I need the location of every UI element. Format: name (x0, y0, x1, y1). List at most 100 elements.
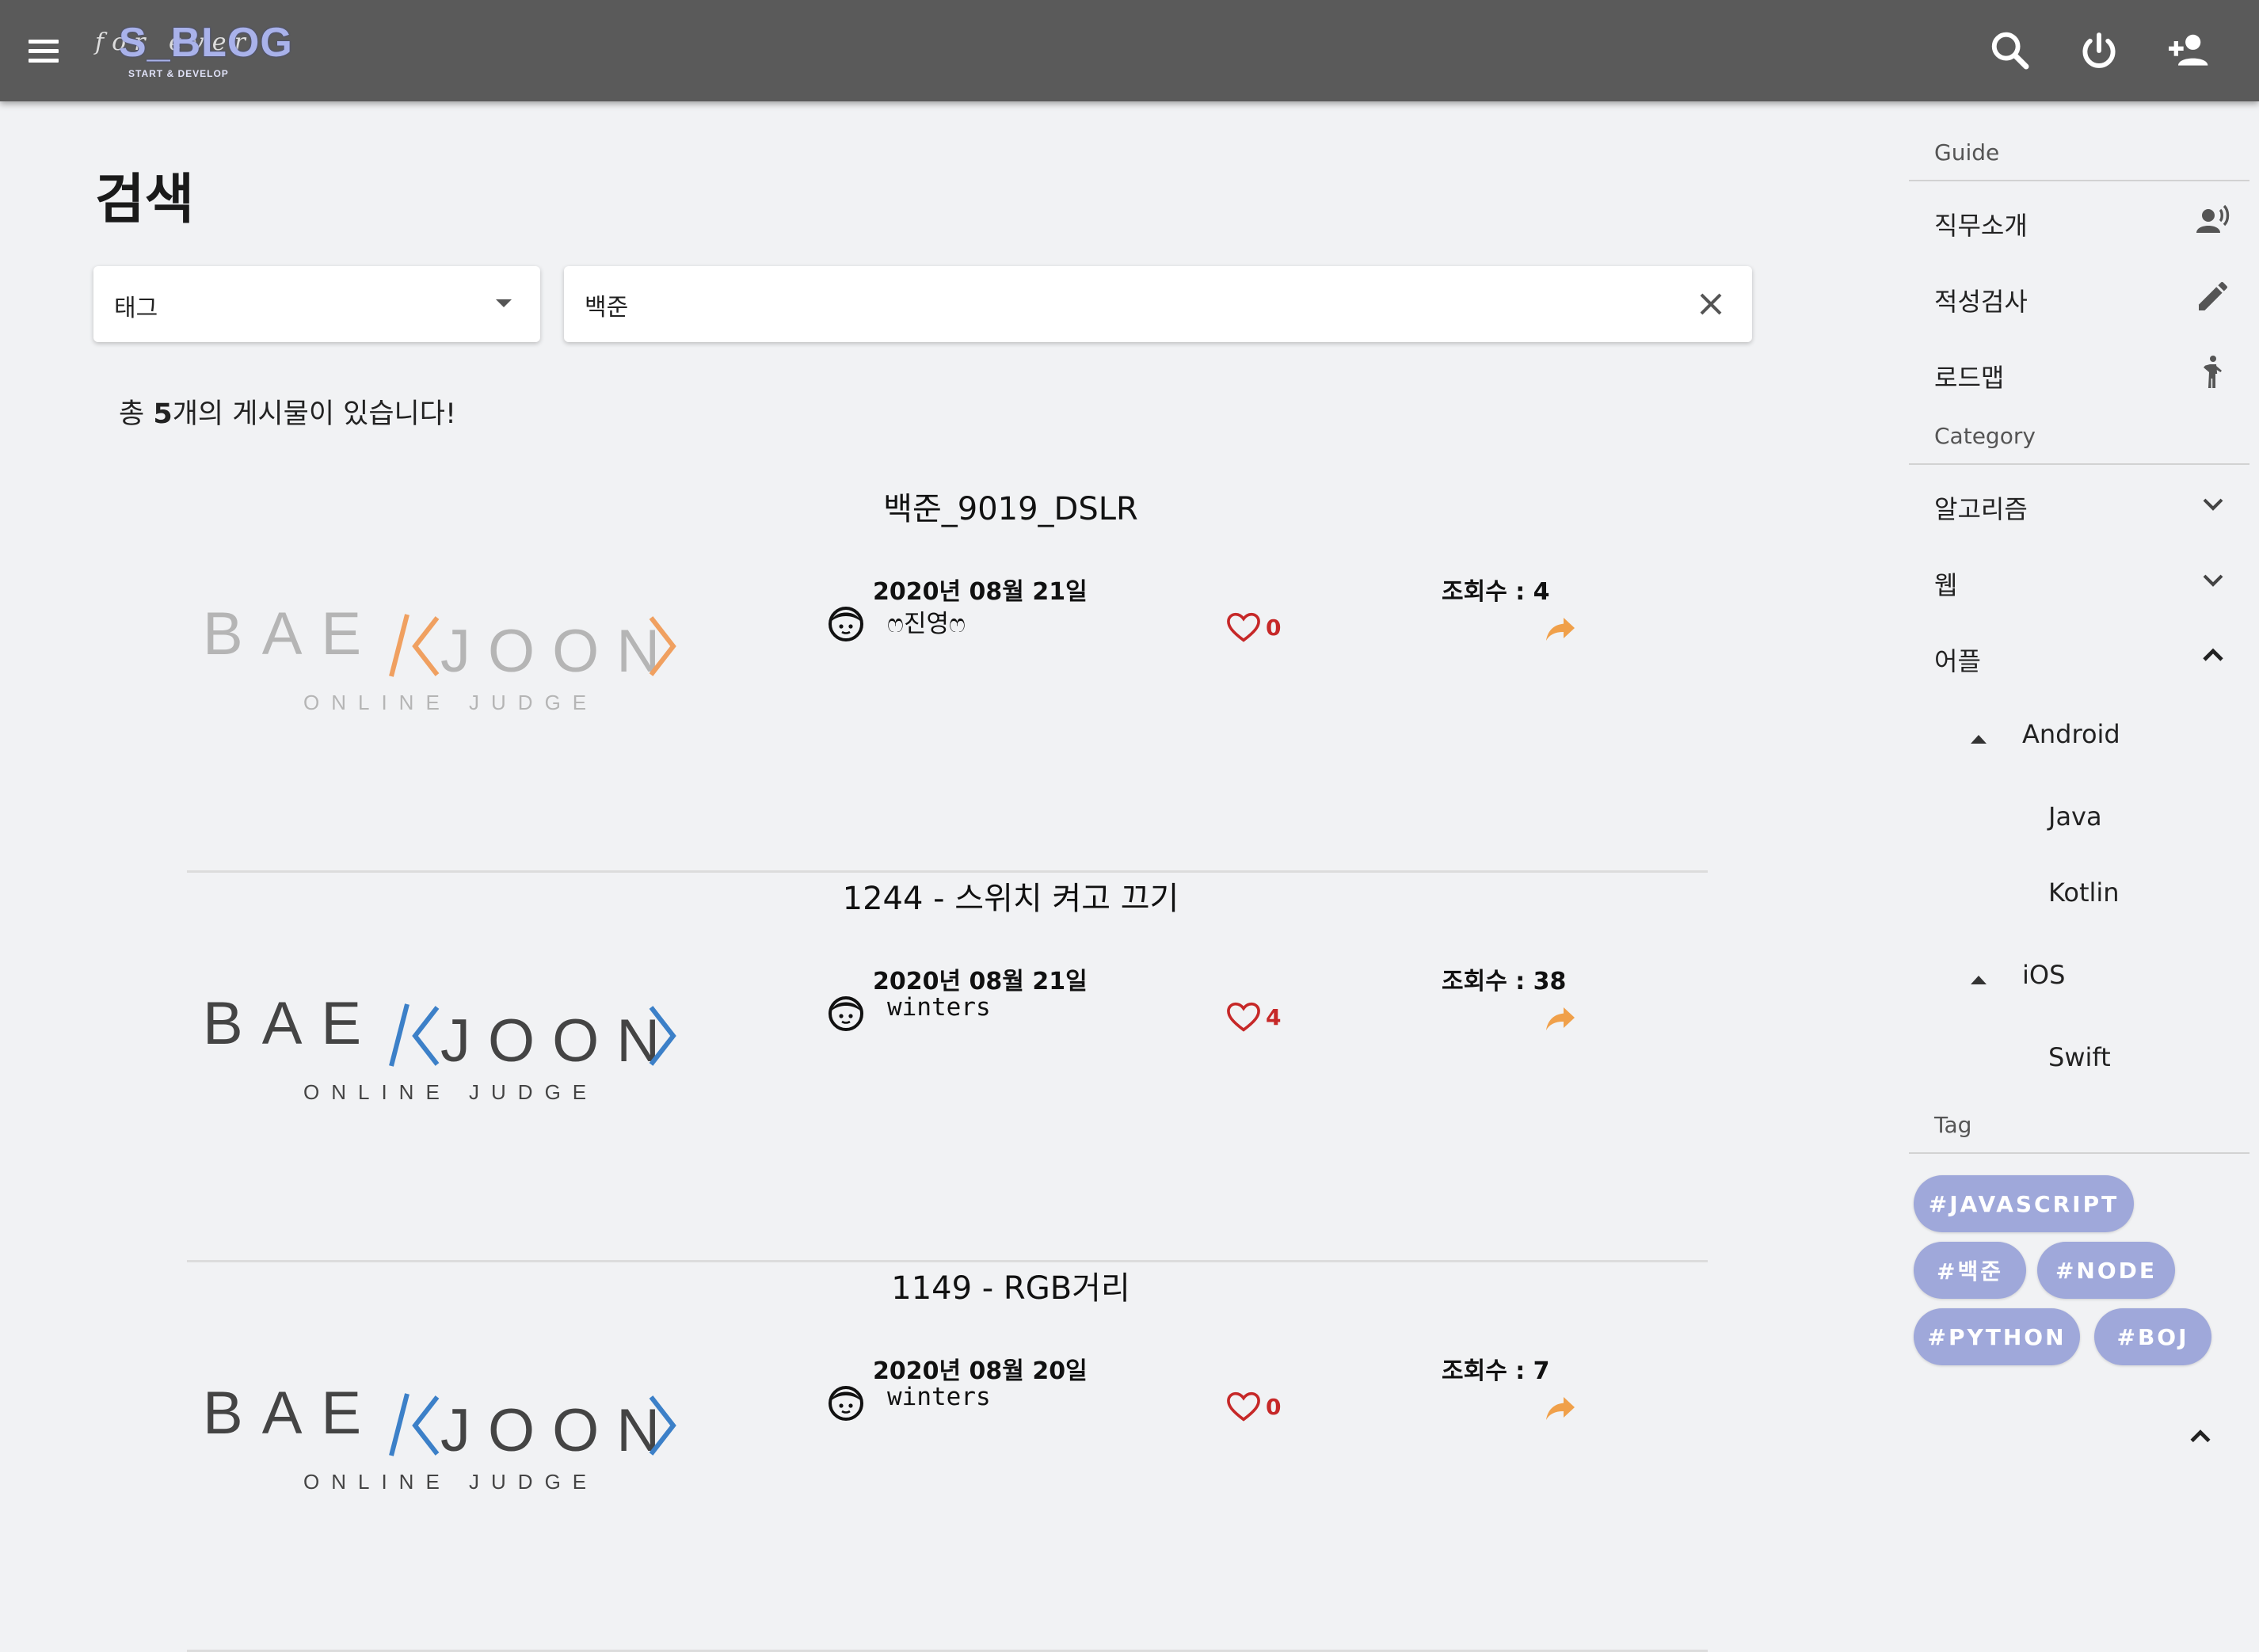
tag-divider (1909, 1152, 2249, 1154)
thumb-subtitle: ONLINE JUDGE (303, 1080, 598, 1104)
like-button[interactable]: 0 (1226, 1389, 1281, 1424)
app-bar: for ever S_BLOG START & DEVELOP (0, 0, 2259, 101)
menu-icon[interactable] (22, 30, 67, 71)
walking-person-icon (2204, 356, 2222, 388)
heart-icon (1227, 1391, 1260, 1422)
record-voice-icon (2196, 204, 2230, 233)
tag-chip[interactable]: #BOJ (2094, 1308, 2211, 1365)
avatar-icon (829, 996, 863, 1031)
tag-header: Tag (1934, 1112, 1972, 1138)
chevron-down-icon (2203, 498, 2223, 511)
thumb-bracket-left (412, 1006, 440, 1066)
tag-chip[interactable]: #JAVASCRIPT (1914, 1175, 2134, 1232)
tag-chip[interactable]: #NODE (2037, 1242, 2175, 1299)
post-views: 조회수 : 7 (1442, 1357, 1550, 1385)
sub-category-java[interactable]: Java (2048, 801, 2102, 846)
sidebar-item-label: 알고리즘 (1934, 494, 2028, 524)
tag-chip[interactable]: #백준 (1914, 1242, 2026, 1299)
post-views: 조회수 : 4 (1442, 578, 1550, 606)
blog-logo[interactable]: for ever S_BLOG START & DEVELOP (95, 14, 292, 86)
search-type-value: 태그 (114, 295, 158, 322)
avatar-icon (829, 1386, 863, 1421)
sub-category-kotlin[interactable]: Kotlin (2048, 877, 2120, 922)
thumb-subtitle: ONLINE JUDGE (303, 691, 598, 714)
thumb-word-left: BAE (203, 600, 380, 668)
post-author: winters (887, 993, 991, 1022)
pencil-icon (2199, 282, 2227, 310)
sidebar-item-app[interactable]: 어플 (1934, 632, 2232, 679)
count-prefix: 총 (119, 398, 154, 430)
logo-subtitle: START & DEVELOP (128, 68, 229, 79)
sidebar-item-label: 웹 (1934, 570, 1958, 600)
post-thumbnail[interactable]: BAE JOON ONLINE JUDGE (203, 1362, 678, 1505)
heart-icon (1227, 612, 1260, 642)
search-icon[interactable] (1985, 25, 2036, 76)
thumb-word-right: JOON (440, 618, 677, 685)
post-title[interactable]: 백준_9019_DSLR (630, 483, 1391, 529)
post-card[interactable]: BAE JOON ONLINE JUDGE 백준_9019_DSLR 2020년… (187, 483, 1708, 873)
search-type-select[interactable]: 태그 (93, 266, 540, 342)
like-count: 4 (1266, 1003, 1282, 1030)
power-icon[interactable] (2074, 25, 2124, 76)
page-title: 검색 (95, 169, 195, 231)
post-title[interactable]: 1149 - RGB거리 (630, 1262, 1391, 1308)
thumb-bracket-left (412, 616, 440, 676)
sub-category-android[interactable]: Android (2022, 719, 2120, 763)
share-icon[interactable] (1541, 1389, 1579, 1427)
thumb-slash (389, 1393, 410, 1456)
sidebar-item-aptitude-test[interactable]: 적성검사 (1934, 272, 2232, 320)
search-field (564, 266, 1752, 342)
count-suffix: 개의 게시물이 있습니다! (172, 398, 456, 430)
like-count: 0 (1266, 614, 1282, 641)
logo-title: S_BLOG (119, 20, 293, 66)
thumb-word-right: JOON (440, 1397, 677, 1464)
clear-icon[interactable] (1692, 285, 1730, 323)
result-count: 총 5개의 게시물이 있습니다! (119, 391, 456, 432)
post-thumbnail[interactable]: BAE JOON ONLINE JUDGE (203, 973, 678, 1115)
thumb-word-left: BAE (203, 1380, 380, 1447)
sidebar-item-web[interactable]: 웹 (1934, 556, 2232, 603)
sub-category-ios[interactable]: iOS (2022, 960, 2065, 1004)
thumb-word-right: JOON (440, 1007, 677, 1075)
post-card[interactable]: BAE JOON ONLINE JUDGE 1244 - 스위치 켜고 끄기 2… (187, 873, 1708, 1262)
thumb-slash (389, 614, 410, 677)
sidebar-item-algorithm[interactable]: 알고리즘 (1934, 480, 2232, 527)
thumb-subtitle: ONLINE JUDGE (303, 1470, 598, 1494)
sidebar-item-label: 로드맵 (1934, 363, 2005, 393)
like-button[interactable]: 4 (1226, 999, 1281, 1034)
thumb-word-left: BAE (203, 990, 380, 1057)
avatar-icon (829, 607, 863, 641)
share-icon[interactable] (1541, 999, 1579, 1037)
scroll-to-top-icon[interactable] (2180, 1416, 2221, 1457)
sidebar-item-label: 어플 (1934, 646, 1981, 676)
chevron-up-icon (2203, 648, 2223, 661)
person-add-icon[interactable] (2162, 25, 2213, 76)
post-date: 2020년 08월 20일 (873, 1357, 1088, 1385)
sidebar-item-roadmap[interactable]: 로드맵 (1934, 348, 2232, 396)
caret-up-icon (1971, 976, 1987, 984)
search-input[interactable] (583, 282, 1655, 328)
tag-chip[interactable]: #PYTHON (1914, 1308, 2080, 1365)
sidebar-item-label: 적성검사 (1934, 287, 2028, 317)
caret-up-icon (1971, 735, 1987, 744)
sub-category-swift[interactable]: Swift (2048, 1042, 2111, 1087)
like-count: 0 (1266, 1393, 1282, 1420)
sidebar-item-label: 직무소개 (1934, 211, 2028, 241)
post-thumbnail[interactable]: BAE JOON ONLINE JUDGE (203, 583, 678, 725)
count-number: 5 (153, 398, 173, 430)
category-header: Category (1934, 423, 2036, 449)
share-icon[interactable] (1541, 610, 1579, 648)
post-card[interactable]: BAE JOON ONLINE JUDGE 1149 - RGB거리 2020년… (187, 1262, 1708, 1652)
sidebar-item-job-intro[interactable]: 직무소개 (1934, 196, 2232, 244)
post-date: 2020년 08월 21일 (873, 578, 1088, 606)
post-date: 2020년 08월 21일 (873, 968, 1088, 995)
post-title[interactable]: 1244 - 스위치 켜고 끄기 (630, 873, 1391, 919)
post-author: ෆ진영ෆ (887, 610, 966, 638)
post-author: winters (887, 1383, 991, 1411)
like-button[interactable]: 0 (1226, 610, 1281, 645)
guide-header: Guide (1934, 139, 2000, 166)
heart-icon (1227, 1002, 1260, 1032)
category-divider (1909, 463, 2249, 465)
chevron-down-icon (496, 299, 512, 307)
thumb-bracket-left (412, 1395, 440, 1456)
